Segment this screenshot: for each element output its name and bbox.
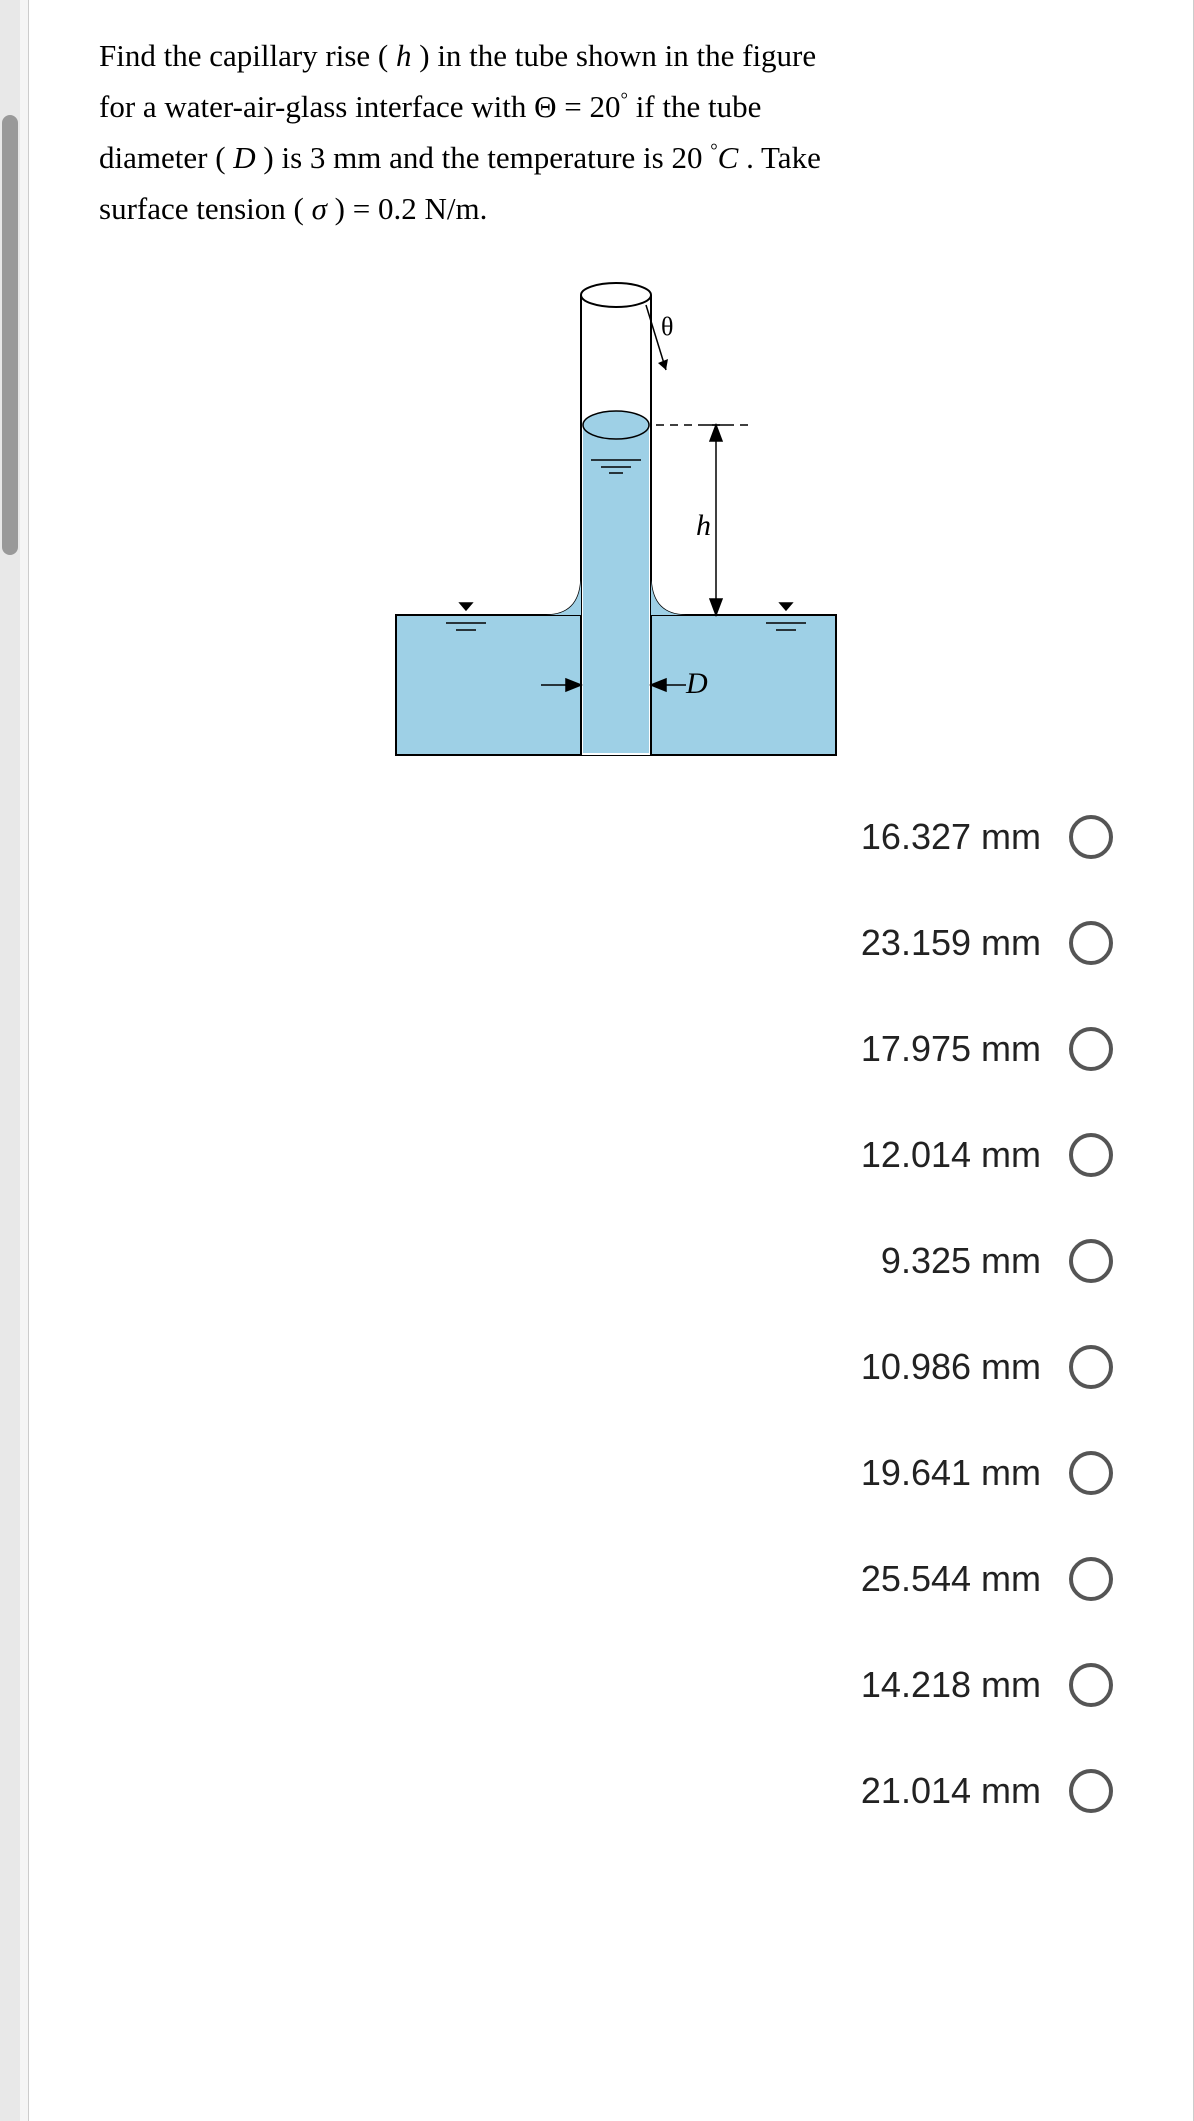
text: C [718, 140, 739, 175]
question-card: Find the capillary rise ( h ) in the tub… [28, 0, 1194, 2121]
scrollbar-thumb[interactable] [2, 115, 18, 555]
radio-icon[interactable] [1069, 1557, 1113, 1601]
answer-options: 16.327 mm 23.159 mm 17.975 mm 12.014 mm … [99, 815, 1133, 1813]
option-row[interactable]: 14.218 mm [861, 1663, 1113, 1707]
option-row[interactable]: 25.544 mm [861, 1557, 1113, 1601]
option-label: 10.986 mm [861, 1346, 1041, 1388]
text: if the tube [628, 89, 761, 124]
text: Find the capillary rise ( [99, 38, 396, 73]
degree: ° [710, 141, 717, 162]
text: diameter ( [99, 140, 233, 175]
option-label: 17.975 mm [861, 1028, 1041, 1070]
text: ) in the tube shown in the figure [412, 38, 817, 73]
option-row[interactable]: 23.159 mm [861, 921, 1113, 965]
radio-icon[interactable] [1069, 1027, 1113, 1071]
radio-icon[interactable] [1069, 1133, 1113, 1177]
option-row[interactable]: 19.641 mm [861, 1451, 1113, 1495]
page-wrapper: Find the capillary rise ( h ) in the tub… [0, 0, 1194, 2121]
radio-icon[interactable] [1069, 1239, 1113, 1283]
radio-icon[interactable] [1069, 1345, 1113, 1389]
d-label: D [685, 667, 708, 700]
sigma-symbol: σ [312, 191, 327, 226]
question-text: Find the capillary rise ( h ) in the tub… [99, 30, 1133, 235]
degree: ° [621, 90, 628, 111]
option-label: 9.325 mm [881, 1240, 1041, 1282]
text: . Take [738, 140, 820, 175]
text: ) is 3 mm and the temperature is 20 [256, 140, 711, 175]
radio-icon[interactable] [1069, 1451, 1113, 1495]
option-label: 21.014 mm [861, 1770, 1041, 1812]
radio-icon[interactable] [1069, 1663, 1113, 1707]
option-label: 19.641 mm [861, 1452, 1041, 1494]
water-column [583, 425, 649, 753]
option-label: 12.014 mm [861, 1134, 1041, 1176]
radio-icon[interactable] [1069, 815, 1113, 859]
text: ) = 0.2 N/m. [327, 191, 487, 226]
radio-icon[interactable] [1069, 1769, 1113, 1813]
var-d: D [233, 140, 255, 175]
meniscus [583, 411, 649, 439]
theta-symbol: Θ [534, 89, 556, 124]
option-label: 16.327 mm [861, 816, 1041, 858]
option-row[interactable]: 17.975 mm [861, 1027, 1113, 1071]
option-label: 14.218 mm [861, 1664, 1041, 1706]
text: = 20 [557, 89, 621, 124]
figure-area: θ h D [99, 265, 1133, 765]
option-label: 25.544 mm [861, 1558, 1041, 1600]
option-row[interactable]: 10.986 mm [861, 1345, 1113, 1389]
option-row[interactable]: 9.325 mm [881, 1239, 1113, 1283]
text: for a water-air-glass interface with [99, 89, 534, 124]
radio-icon[interactable] [1069, 921, 1113, 965]
capillary-figure: θ h D [386, 265, 846, 765]
text: surface tension ( [99, 191, 312, 226]
option-row[interactable]: 12.014 mm [861, 1133, 1113, 1177]
var-h: h [396, 38, 412, 73]
option-label: 23.159 mm [861, 922, 1041, 964]
option-row[interactable]: 16.327 mm [861, 815, 1113, 859]
theta-label: θ [661, 312, 673, 341]
scrollbar-track[interactable] [0, 0, 20, 2121]
option-row[interactable]: 21.014 mm [861, 1769, 1113, 1813]
h-label: h [696, 509, 711, 542]
